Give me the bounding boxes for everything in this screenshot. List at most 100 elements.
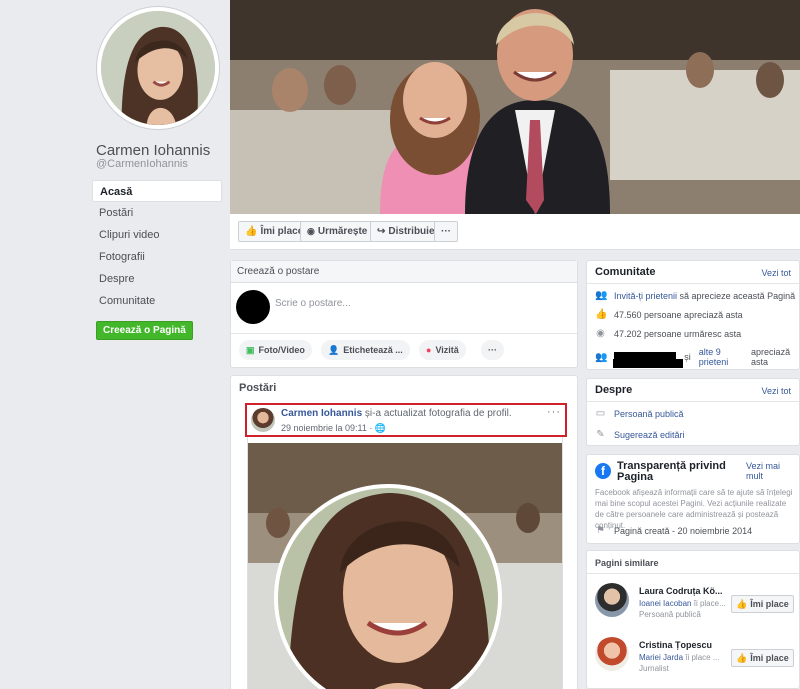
nav-item-fotografii[interactable]: Fotografii	[92, 246, 222, 268]
follows-row: ◉ 47.202 persoane urmăresc asta	[595, 328, 741, 339]
invite-friends-icon: 👥	[595, 290, 608, 301]
similar-page-liker: Mariei Jarda îi place ...	[639, 653, 720, 662]
rss-icon: ◉	[596, 328, 605, 339]
like-similar-page-button[interactable]: 👍 Îmi place	[731, 595, 794, 613]
composer-avatar	[236, 290, 270, 324]
like-label: Îmi place	[260, 226, 304, 237]
more-actions-button[interactable]: ···	[434, 221, 458, 242]
posts-section: Postări Carmen Iohannis și-a actualizat …	[230, 375, 578, 689]
similar-page-avatar	[595, 583, 629, 617]
suggest-edits-row: ✎ Sugerează editări	[595, 429, 685, 440]
transparency-see-more-link[interactable]: Vezi mai mult	[746, 461, 791, 481]
post-author-line: Carmen Iohannis și-a actualizat fotograf…	[281, 408, 512, 419]
post: Carmen Iohannis și-a actualizat fotograf…	[245, 403, 567, 689]
post-action-text: și-a actualizat fotografia de profil.	[364, 408, 512, 419]
checkin-button[interactable]: ● Vizită	[419, 340, 466, 360]
friends-icon: 👥	[595, 351, 608, 363]
similar-pages-card: Pagini similare Laura Codruța Kö... Ioan…	[586, 550, 800, 689]
create-page-button[interactable]: Creează o Pagină	[96, 321, 193, 340]
liker-link[interactable]: Ioanei Iacoban	[639, 599, 692, 608]
profile-picture[interactable]	[96, 6, 220, 130]
similar-page-category: Persoană publică	[639, 610, 701, 619]
nav-item-acasa[interactable]: Acasă	[92, 180, 222, 202]
nav-item-despre[interactable]: Despre	[92, 268, 222, 290]
follow-label: Urmărește	[317, 226, 368, 237]
likes-count: 47.560 persoane apreciază asta	[614, 309, 743, 320]
similar-page-item[interactable]: Cristina Țopescu Mariei Jarda îi place .…	[595, 637, 795, 679]
invite-text: Invită-ți prietenii să aprecieze această…	[614, 291, 795, 301]
community-title: Comunitate	[595, 266, 656, 278]
similar-page-name[interactable]: Laura Codruța Kö...	[639, 586, 723, 596]
like-label: Îmi place	[750, 653, 789, 663]
post-time-text: 29 noiembrie la 09:11	[281, 423, 367, 433]
create-post-card: Creează o postare Scrie o postare... ▣ F…	[230, 260, 578, 368]
share-arrow-icon: ↪	[377, 226, 386, 237]
photo-video-button[interactable]: ▣ Foto/Video	[239, 340, 312, 360]
category-link[interactable]: Persoană publică	[614, 409, 684, 419]
divider	[587, 573, 799, 574]
similar-page-item[interactable]: Laura Codruța Kö... Ioanei Iacoban îi pl…	[595, 583, 795, 625]
page-name[interactable]: Carmen Iohannis	[96, 142, 210, 159]
post-header: Carmen Iohannis și-a actualizat fotograf…	[245, 403, 567, 437]
category-row: ▭ Persoană publică	[595, 408, 684, 419]
community-card: Comunitate Vezi tot 👥 Invită-ți prieteni…	[586, 260, 800, 370]
about-card: Despre Vezi tot ▭ Persoană publică ✎ Sug…	[586, 378, 800, 446]
checkin-label: Vizită	[435, 345, 459, 355]
suggest-edits-link[interactable]: Sugerează editări	[614, 430, 685, 440]
divider	[587, 283, 799, 284]
follow-button[interactable]: ◉ Urmărește	[300, 221, 375, 242]
post-author-avatar[interactable]	[251, 408, 275, 432]
profile-photo	[101, 11, 215, 125]
created-date: Pagină creată - 20 noiembrie 2014	[614, 525, 753, 536]
create-post-title: Creează o postare	[231, 261, 577, 283]
like-similar-page-button[interactable]: 👍 Îmi place	[731, 649, 794, 667]
page-nav: Acasă Postări Clipuri video Fotografii D…	[92, 180, 222, 312]
tag-friends-button[interactable]: 👤 Etichetează ...	[321, 340, 410, 360]
post-photo[interactable]	[248, 443, 562, 689]
nav-item-clipuri-video[interactable]: Clipuri video	[92, 224, 222, 246]
divider	[587, 401, 799, 402]
about-see-all-link[interactable]: Vezi tot	[761, 386, 791, 396]
similar-page-category: Jurnalist	[639, 664, 669, 673]
nav-item-postari[interactable]: Postări	[92, 202, 222, 224]
similar-page-name[interactable]: Cristina Țopescu	[639, 640, 712, 650]
tag-label: Etichetează ...	[343, 345, 403, 355]
friends-link[interactable]: alte 9 prieteni	[699, 347, 743, 367]
liker-link[interactable]: Mariei Jarda	[639, 653, 683, 662]
posts-title: Postări	[239, 382, 277, 394]
page-handle: @CarmenIohannis	[96, 158, 188, 170]
rss-icon: ◉	[307, 226, 315, 236]
follows-count: 47.202 persoane urmăresc asta	[614, 328, 742, 339]
liker-rest: îi place...	[693, 599, 726, 608]
composer-more-button[interactable]: ···	[481, 340, 504, 360]
similar-page-avatar	[595, 637, 629, 671]
share-button[interactable]: ↪ Distribuie	[370, 221, 442, 242]
pencil-icon: ✎	[596, 429, 605, 440]
friends-rest-text: apreciază asta	[751, 347, 791, 367]
liker-rest: îi place ...	[685, 653, 720, 662]
invite-row: 👥 Invită-ți prietenii să aprecieze aceas…	[595, 290, 795, 301]
cover-photo[interactable]	[230, 0, 800, 214]
invite-friends-link[interactable]: Invită-ți prietenii	[614, 291, 677, 301]
like-label: Îmi place	[750, 599, 789, 609]
post-options-button[interactable]: ···	[547, 406, 561, 418]
location-pin-icon: ●	[426, 345, 432, 355]
nav-item-comunitate[interactable]: Comunitate	[92, 290, 222, 312]
globe-icon: · 🌐	[369, 423, 387, 433]
folder-icon: ▭	[595, 408, 606, 419]
thumbs-up-icon: 👍	[245, 226, 258, 237]
post-input[interactable]: Scrie o postare...	[275, 298, 351, 309]
page-action-bar: 👍 Îmi place ◉ Urmărește ↪ Distribuie ···	[230, 214, 800, 250]
thumbs-up-icon: 👍	[736, 598, 748, 609]
about-title: Despre	[595, 384, 633, 396]
transparency-card: f Transparență privind Pagina Vezi mai m…	[586, 454, 800, 544]
created-row: ⚑ Pagină creată - 20 noiembrie 2014	[595, 525, 752, 536]
community-see-all-link[interactable]: Vezi tot	[761, 268, 791, 278]
friends-and: și	[684, 352, 691, 362]
photo-icon: ▣	[246, 344, 255, 355]
invite-rest-text: să aprecieze această Pagină	[679, 290, 796, 301]
divider	[231, 333, 577, 334]
post-author-name[interactable]: Carmen Iohannis	[281, 408, 362, 419]
share-label: Distribuie	[388, 226, 435, 237]
post-timestamp[interactable]: 29 noiembrie la 09:11 · 🌐	[281, 423, 386, 434]
